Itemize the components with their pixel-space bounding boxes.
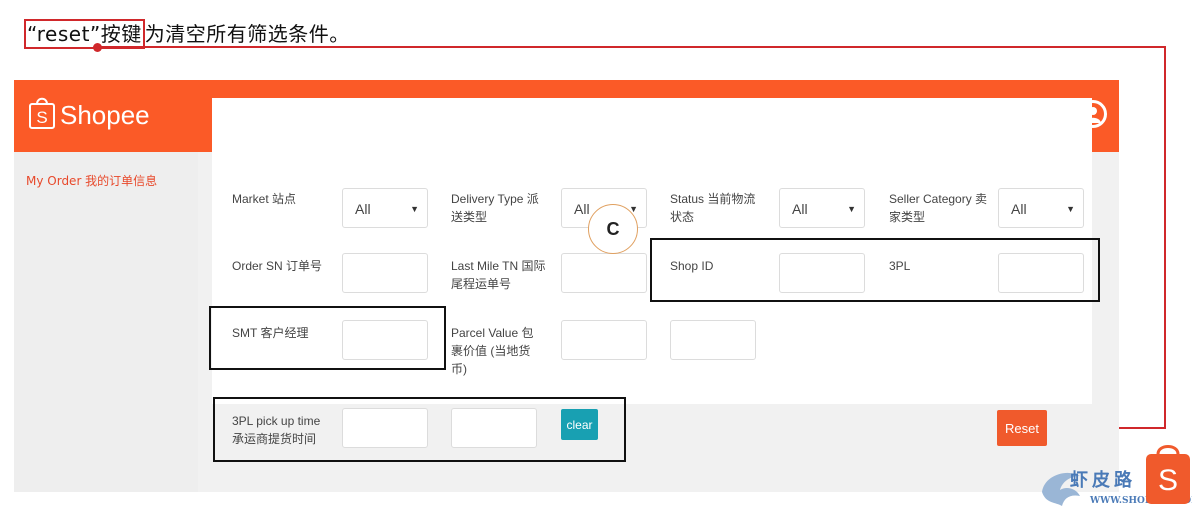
caption-highlight: “reset”按键 xyxy=(24,19,145,49)
chevron-down-icon: ▼ xyxy=(847,204,856,214)
market-select[interactable]: All ▼ xyxy=(342,188,428,228)
market-label: Market 站点 xyxy=(232,192,297,206)
parcel-value-min-input[interactable] xyxy=(561,320,647,360)
status-select-value: All xyxy=(792,201,808,217)
sidebar: My Order 我的订单信息 xyxy=(14,152,198,492)
chevron-down-icon: ▼ xyxy=(410,204,419,214)
annotation-box-pickup-time xyxy=(213,397,626,462)
last-mile-label: Last Mile TN 国际尾程运单号 xyxy=(451,259,546,291)
status-select[interactable]: All ▼ xyxy=(779,188,865,228)
market-select-value: All xyxy=(355,201,371,217)
chevron-down-icon: ▼ xyxy=(1066,204,1075,214)
callout-line-top xyxy=(97,46,1166,48)
delivery-type-select-value: All xyxy=(574,201,590,217)
caption-text: 为清空所有筛选条件。 xyxy=(144,22,350,46)
shopee-bag-icon: S xyxy=(1144,444,1192,528)
annotation-box-smt xyxy=(209,306,446,370)
seller-category-select-value: All xyxy=(1011,201,1027,217)
svg-text:S: S xyxy=(1158,464,1178,497)
seller-category-select[interactable]: All ▼ xyxy=(998,188,1084,228)
order-sn-label: Order SN 订单号 xyxy=(232,259,323,273)
parcel-value-label: Parcel Value 包裹价值 (当地货币) xyxy=(451,326,534,376)
callout-line-right xyxy=(1164,46,1166,429)
watermark-name: 虾皮路 xyxy=(1070,470,1136,491)
instruction-caption: “reset”按键 为清空所有筛选条件。 xyxy=(24,18,350,49)
parcel-value-max-input[interactable] xyxy=(670,320,756,360)
annotation-badge: C xyxy=(588,204,638,254)
logo-text: Shopee xyxy=(60,100,150,130)
shopping-bag-icon: S xyxy=(28,94,56,130)
svg-text:S: S xyxy=(36,108,47,127)
callout-dot-start xyxy=(93,43,102,52)
reset-button[interactable]: Reset xyxy=(997,410,1047,446)
status-label: Status 当前物流状态 xyxy=(670,192,756,224)
last-mile-input[interactable] xyxy=(561,253,647,293)
sidebar-item-my-order[interactable]: My Order 我的订单信息 xyxy=(26,172,157,189)
seller-category-label: Seller Category 卖家类型 xyxy=(889,192,988,224)
delivery-type-label: Delivery Type 派送类型 xyxy=(451,192,539,224)
shopee-logo[interactable]: S Shopee xyxy=(28,94,150,130)
order-sn-input[interactable] xyxy=(342,253,428,293)
annotation-box-shop-id xyxy=(650,238,1100,302)
